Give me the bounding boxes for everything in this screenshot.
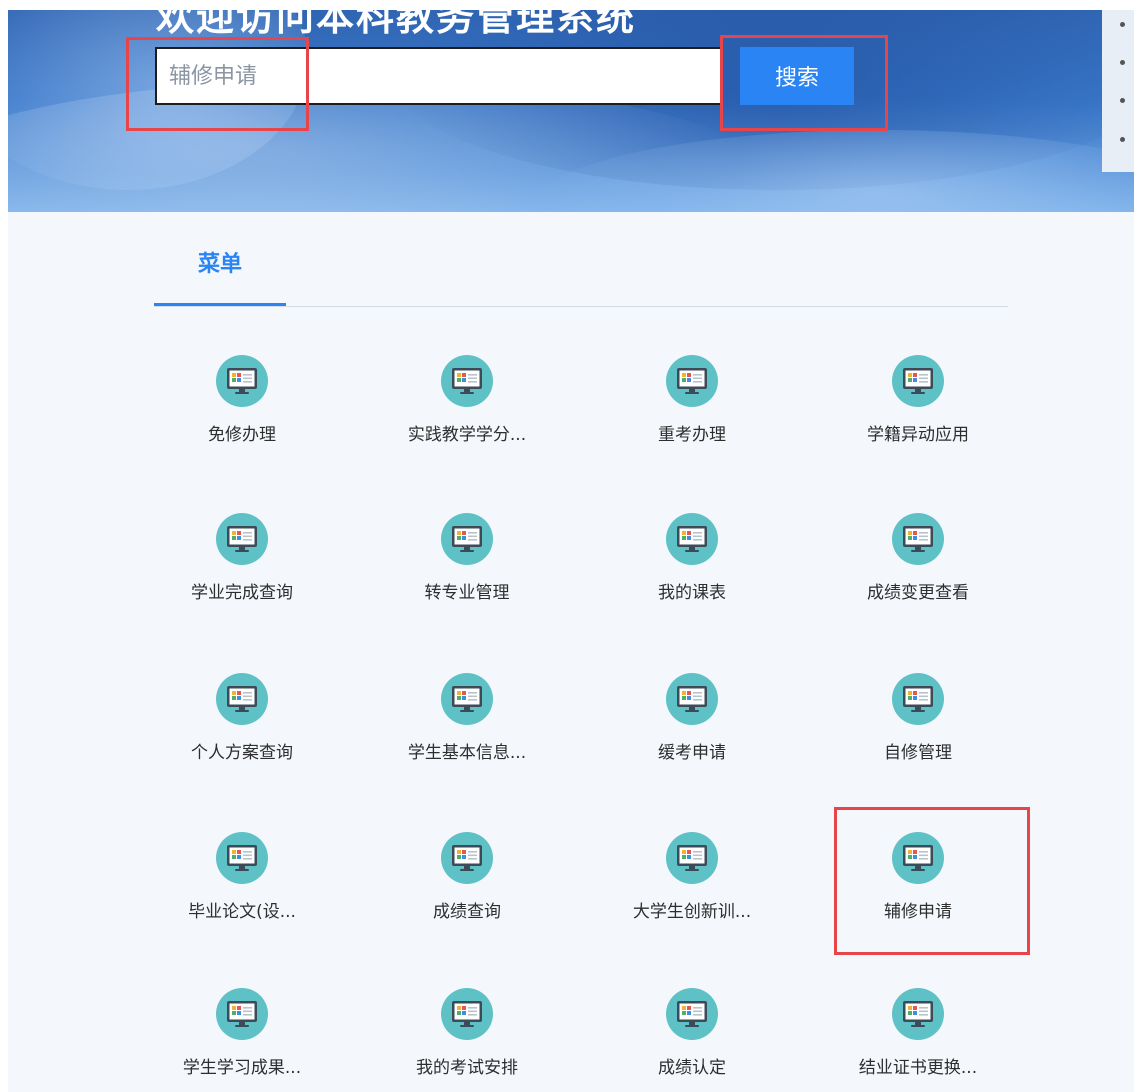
computer-icon <box>216 513 268 565</box>
computer-icon <box>216 673 268 725</box>
computer-icon <box>892 832 944 884</box>
menu-item[interactable]: 转专业管理 <box>372 513 562 633</box>
computer-icon <box>441 988 493 1040</box>
menu-item[interactable]: 毕业论文(设... <box>147 832 337 952</box>
menu-item-label: 结业证书更换... <box>858 1058 978 1078</box>
computer-icon <box>892 673 944 725</box>
computer-icon <box>666 673 718 725</box>
page: 欢迎访问本科教务管理系统 搜索 菜单 免修办理 实践教学学分... 重考办理 学籍异动… <box>8 10 1134 1092</box>
computer-icon <box>441 673 493 725</box>
menu-item[interactable]: 结业证书更换... <box>823 988 1013 1092</box>
computer-icon <box>666 513 718 565</box>
menu-item[interactable]: 我的课表 <box>597 513 787 633</box>
menu-item-label: 成绩认定 <box>658 1058 726 1078</box>
banner: 欢迎访问本科教务管理系统 搜索 <box>8 10 1134 212</box>
menu-item-label: 大学生创新训... <box>632 902 752 922</box>
menu-item-label: 学生学习成果... <box>182 1058 302 1078</box>
menu-item[interactable]: 个人方案查询 <box>147 673 337 793</box>
menu-item[interactable]: 成绩变更查看 <box>823 513 1013 633</box>
menu-item[interactable]: 自修管理 <box>823 673 1013 793</box>
side-panel <box>1102 10 1134 172</box>
menu-item[interactable]: 学生基本信息... <box>372 673 562 793</box>
bullet-dot-icon <box>1120 98 1125 103</box>
computer-icon <box>892 988 944 1040</box>
menu-item[interactable]: 学业完成查询 <box>147 513 337 633</box>
bullet-dot-icon <box>1120 137 1125 142</box>
computer-icon <box>441 513 493 565</box>
search-input[interactable] <box>155 47 723 105</box>
computer-icon <box>441 832 493 884</box>
computer-icon <box>441 355 493 407</box>
menu-item-label: 成绩查询 <box>433 902 501 922</box>
menu-item-label: 毕业论文(设... <box>188 902 296 922</box>
menu-item[interactable]: 实践教学学分... <box>372 355 562 475</box>
menu-item[interactable]: 大学生创新训... <box>597 832 787 952</box>
menu-item[interactable]: 辅修申请 <box>823 832 1013 952</box>
computer-icon <box>216 832 268 884</box>
menu-item-label: 自修管理 <box>884 743 952 763</box>
computer-icon <box>216 988 268 1040</box>
menu-item-label: 成绩变更查看 <box>867 583 969 603</box>
menu-item-label: 学业完成查询 <box>191 583 293 603</box>
computer-icon <box>666 988 718 1040</box>
computer-icon <box>892 513 944 565</box>
menu-item-label: 个人方案查询 <box>191 743 293 763</box>
menu-item-label: 学生基本信息... <box>407 743 527 763</box>
menu-divider <box>154 306 1008 307</box>
menu-item-label: 转专业管理 <box>424 583 510 603</box>
menu-item[interactable]: 重考办理 <box>597 355 787 475</box>
computer-icon <box>666 355 718 407</box>
menu-item-label: 学籍异动应用 <box>867 425 969 445</box>
menu-item-label: 实践教学学分... <box>407 425 527 445</box>
menu-item-label: 辅修申请 <box>884 902 952 922</box>
search-button[interactable]: 搜索 <box>740 47 854 105</box>
menu-item-label: 缓考申请 <box>658 743 726 763</box>
menu-item[interactable]: 我的考试安排 <box>372 988 562 1092</box>
menu-item[interactable]: 学生学习成果... <box>147 988 337 1092</box>
menu-item-label: 重考办理 <box>658 425 726 445</box>
menu-item[interactable]: 成绩查询 <box>372 832 562 952</box>
menu-item[interactable]: 免修办理 <box>147 355 337 475</box>
computer-icon <box>892 355 944 407</box>
computer-icon <box>216 355 268 407</box>
menu-item[interactable]: 学籍异动应用 <box>823 355 1013 475</box>
menu-item[interactable]: 缓考申请 <box>597 673 787 793</box>
banner-title: 欢迎访问本科教务管理系统 <box>156 10 637 39</box>
menu-item-label: 免修办理 <box>208 425 276 445</box>
menu-item-label: 我的考试安排 <box>416 1058 518 1078</box>
tab-menu[interactable]: 菜单 <box>154 246 286 278</box>
bullet-dot-icon <box>1120 60 1125 65</box>
menu-item-label: 我的课表 <box>658 583 726 603</box>
menu-item[interactable]: 成绩认定 <box>597 988 787 1092</box>
bullet-dot-icon <box>1120 22 1125 27</box>
computer-icon <box>666 832 718 884</box>
